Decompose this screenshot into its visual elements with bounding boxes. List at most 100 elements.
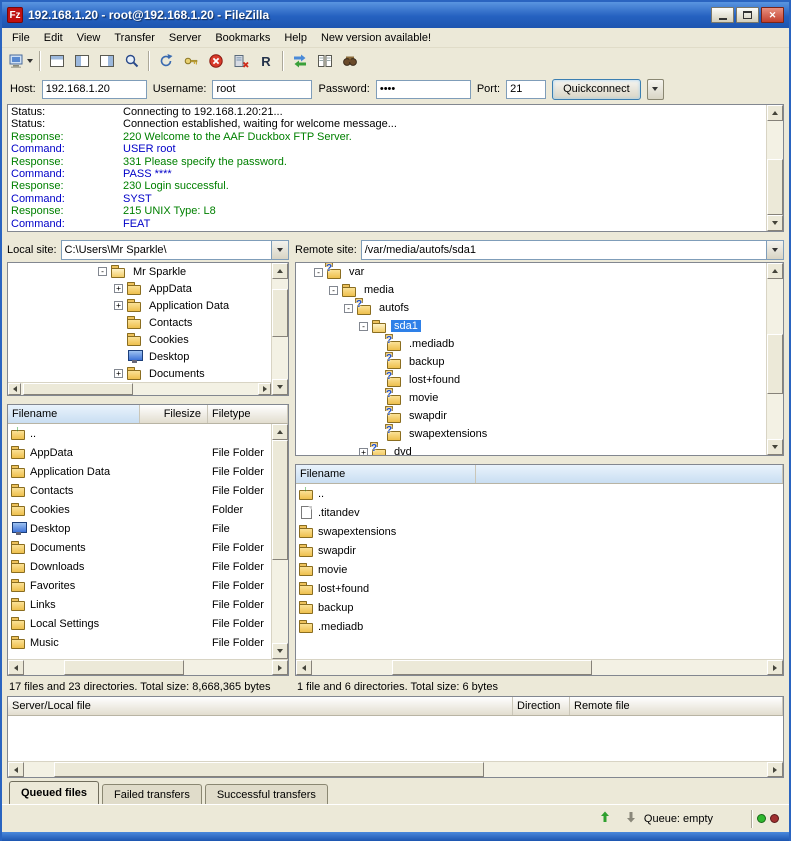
column-header-remote-file[interactable]: Remote file [570, 697, 783, 715]
local-site-combo[interactable]: C:\Users\Mr Sparkle\ [61, 240, 289, 260]
scroll-thumb[interactable] [272, 289, 288, 337]
file-row[interactable]: .mediadb [296, 617, 783, 636]
menu-file[interactable]: File [5, 30, 37, 46]
toggle-remote-tree-button[interactable] [95, 50, 119, 73]
scroll-down-button[interactable] [767, 439, 783, 455]
local-list-hscrollbar[interactable] [8, 659, 288, 675]
tree-item[interactable]: -autofs [296, 299, 766, 317]
minimize-button[interactable] [711, 7, 734, 23]
cancel-button[interactable] [204, 50, 228, 73]
file-row[interactable]: MusicFile Folder [8, 633, 271, 652]
tab-successful-transfers[interactable]: Successful transfers [205, 784, 328, 804]
remote-list-hscrollbar[interactable] [296, 659, 783, 675]
combo-dropdown-icon[interactable] [766, 241, 783, 259]
remote-tree-list-splitter[interactable] [295, 456, 784, 464]
column-header-filename[interactable]: Filename [296, 465, 476, 483]
tree-item[interactable]: swapdir [296, 407, 766, 425]
expander[interactable]: + [114, 369, 123, 378]
site-manager-dropdown-icon[interactable] [27, 59, 33, 63]
column-header-filetype[interactable]: Filetype [208, 405, 288, 423]
expander[interactable]: + [114, 301, 123, 310]
tab-queued-files[interactable]: Queued files [9, 781, 99, 804]
local-tree-list-splitter[interactable] [7, 396, 289, 404]
scroll-left-button[interactable] [296, 660, 312, 675]
remote-tree-vscrollbar[interactable] [766, 263, 783, 455]
file-row[interactable]: Local SettingsFile Folder [8, 614, 271, 633]
host-input[interactable] [42, 80, 147, 99]
scroll-thumb[interactable] [272, 440, 288, 560]
tree-item[interactable]: Desktop [8, 348, 271, 365]
file-row[interactable]: AppDataFile Folder [8, 443, 271, 462]
local-tree-vscrollbar[interactable] [271, 263, 288, 395]
find-files-button[interactable] [338, 50, 362, 73]
tree-item[interactable]: -media [296, 281, 766, 299]
tree-item[interactable]: .mediadb [296, 335, 766, 353]
directory-comparison-button[interactable] [288, 50, 312, 73]
expander[interactable]: + [114, 284, 123, 293]
scroll-down-button[interactable] [272, 643, 288, 659]
tree-item[interactable]: +Documents [8, 365, 271, 382]
scroll-thumb[interactable] [767, 334, 783, 394]
maximize-button[interactable] [736, 7, 759, 23]
toggle-transfer-queue-button[interactable] [120, 50, 144, 73]
menu-help[interactable]: Help [277, 30, 314, 46]
scroll-right-button[interactable] [767, 762, 783, 777]
scroll-thumb[interactable] [392, 660, 592, 675]
expander[interactable]: - [344, 304, 353, 313]
menu-bookmarks[interactable]: Bookmarks [208, 30, 277, 46]
expander[interactable]: + [359, 448, 368, 456]
scroll-right-button[interactable] [767, 660, 783, 675]
scroll-up-button[interactable] [767, 263, 783, 279]
file-row[interactable]: movie [296, 560, 783, 579]
local-list-vscrollbar[interactable] [271, 424, 288, 659]
scroll-thumb[interactable] [767, 159, 783, 215]
site-manager-button[interactable] [6, 50, 35, 73]
remote-site-combo[interactable]: /var/media/autofs/sda1 [361, 240, 784, 260]
username-input[interactable] [212, 80, 312, 99]
scroll-up-button[interactable] [272, 424, 288, 440]
scroll-right-button[interactable] [272, 660, 288, 675]
tab-failed-transfers[interactable]: Failed transfers [102, 784, 202, 804]
expander[interactable]: - [314, 268, 323, 277]
disconnect-button[interactable] [229, 50, 253, 73]
toggle-local-tree-button[interactable] [70, 50, 94, 73]
column-header-server-local-file[interactable]: Server/Local file [8, 697, 513, 715]
scroll-thumb[interactable] [54, 762, 484, 777]
process-queue-button[interactable] [179, 50, 203, 73]
tree-item[interactable]: backup [296, 353, 766, 371]
file-row[interactable]: CookiesFolder [8, 500, 271, 519]
menu-new-version[interactable]: New version available! [314, 30, 438, 46]
menu-transfer[interactable]: Transfer [107, 30, 162, 46]
scroll-thumb[interactable] [64, 660, 184, 675]
scroll-thumb[interactable] [23, 383, 133, 395]
queue-hscrollbar[interactable] [8, 761, 783, 777]
column-header-filesize[interactable]: Filesize [140, 405, 208, 423]
scroll-down-button[interactable] [767, 215, 783, 231]
column-header-direction[interactable]: Direction [513, 697, 570, 715]
expander[interactable]: - [329, 286, 338, 295]
file-row[interactable]: Application DataFile Folder [8, 462, 271, 481]
log-scrollbar[interactable] [766, 105, 783, 231]
titlebar[interactable]: Fz 192.168.1.20 - root@192.168.1.20 - Fi… [2, 2, 789, 28]
quickconnect-button[interactable]: Quickconnect [552, 79, 641, 100]
tree-item[interactable]: movie [296, 389, 766, 407]
reconnect-button[interactable]: R [254, 50, 278, 73]
file-row[interactable]: DesktopFile [8, 519, 271, 538]
menu-edit[interactable]: Edit [37, 30, 70, 46]
tree-item[interactable]: -sda1 [296, 317, 766, 335]
file-row[interactable]: lost+found [296, 579, 783, 598]
scroll-left-button[interactable] [8, 762, 24, 777]
tree-item[interactable]: -Mr Sparkle [8, 263, 271, 280]
tree-item[interactable]: -var [296, 263, 766, 281]
scroll-up-button[interactable] [272, 263, 288, 279]
file-row[interactable]: .. [8, 424, 271, 443]
close-button[interactable] [761, 7, 784, 23]
tree-item[interactable]: Contacts [8, 314, 271, 331]
file-row[interactable]: .titandev [296, 503, 783, 522]
port-input[interactable] [506, 80, 546, 99]
menu-view[interactable]: View [70, 30, 108, 46]
file-row[interactable]: ContactsFile Folder [8, 481, 271, 500]
synchronized-browsing-button[interactable] [313, 50, 337, 73]
file-row[interactable]: DownloadsFile Folder [8, 557, 271, 576]
expander[interactable]: - [359, 322, 368, 331]
